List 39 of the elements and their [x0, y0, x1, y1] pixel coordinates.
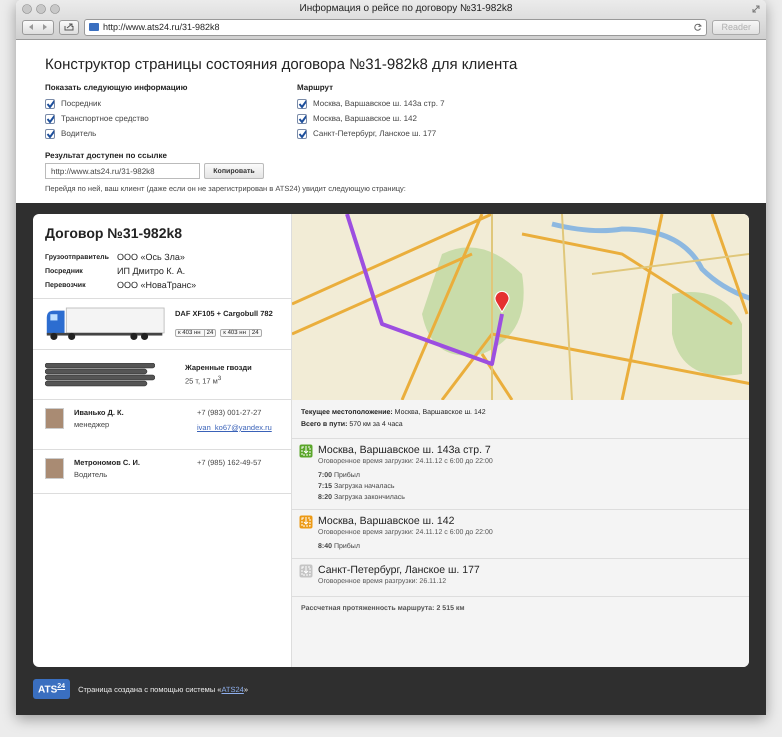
- zoom-icon[interactable]: [50, 4, 60, 14]
- link-field[interactable]: http://www.ats24.ru/31-982k8: [45, 163, 200, 179]
- checkbox[interactable]: [45, 114, 55, 124]
- stop-name: Санкт-Петербург, Ланское ш. 177: [318, 564, 480, 576]
- logo: ATS$^{24}$: [33, 679, 70, 700]
- contract-title: Договор №31-982k8: [45, 225, 184, 241]
- party-value: ООО «Ось Зла»: [117, 252, 186, 262]
- address-field[interactable]: http://www.ats24.ru/31-982k8: [84, 18, 708, 36]
- link-label: Результат доступен по ссылке: [45, 151, 168, 160]
- party-value: ООО «НоваТранс»: [117, 280, 198, 290]
- checkbox-label: Транспортное средство: [61, 114, 149, 123]
- party-value: ИП Дмитро К. А.: [117, 266, 186, 276]
- share-button[interactable]: [59, 20, 79, 34]
- back-forward-button[interactable]: [22, 20, 54, 34]
- arrows-icon: [27, 23, 49, 31]
- checkbox-label: Водитель: [61, 129, 96, 138]
- close-icon[interactable]: [22, 4, 32, 14]
- photo-placeholder: [45, 408, 64, 429]
- checkbox-label: Москва, Варшавское ш. 143а стр. 7: [313, 99, 445, 108]
- reload-icon[interactable]: [694, 23, 702, 31]
- fullscreen-icon[interactable]: [752, 4, 760, 12]
- checkbox[interactable]: [297, 128, 307, 138]
- checkbox-label: Москва, Варшавское ш. 142: [313, 114, 417, 123]
- checkbox-label: Санкт-Петербург, Ланское ш. 177: [313, 129, 436, 138]
- stop-name: Москва, Варшавское ш. 143а стр. 7: [318, 444, 492, 456]
- group-heading: Маршрут: [297, 83, 334, 92]
- page-title: Конструктор страницы состояния договора №31-982k8 для клиента: [45, 56, 518, 73]
- stop-name: Москва, Варшавское ш. 142: [318, 515, 456, 527]
- checkbox[interactable]: [45, 128, 55, 138]
- share-icon: [64, 23, 74, 31]
- checkbox[interactable]: [45, 98, 55, 108]
- minimize-icon[interactable]: [36, 4, 46, 14]
- checkbox[interactable]: [297, 114, 307, 124]
- window-title: Информация о рейсе по договору №31-982k8: [298, 3, 514, 14]
- group-heading: Показать следующую информацию: [45, 83, 188, 92]
- site-icon: [89, 23, 99, 31]
- photo-placeholder: [45, 458, 64, 479]
- checkbox[interactable]: [297, 98, 307, 108]
- checkbox-label: Посредник: [61, 99, 101, 108]
